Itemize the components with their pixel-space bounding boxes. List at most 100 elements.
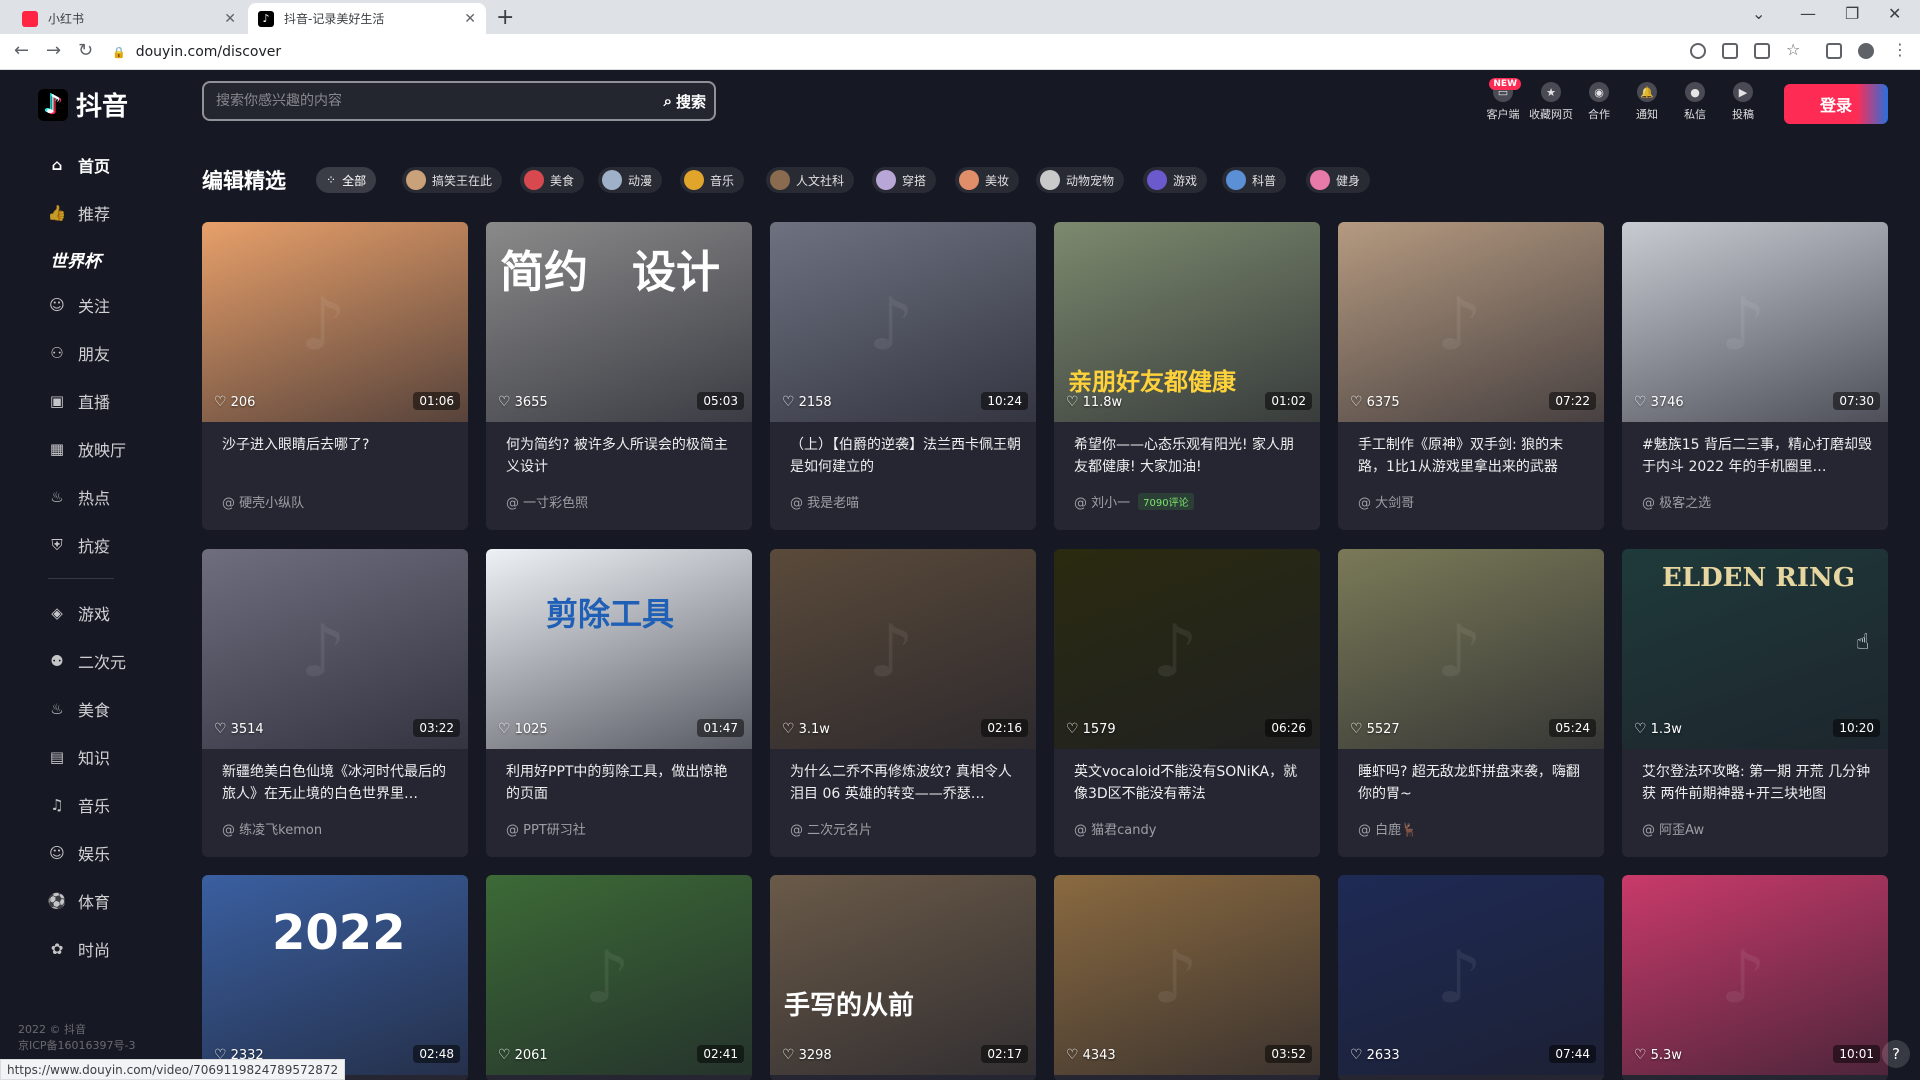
video-title[interactable]: 新疆绝美白色仙境《冰河时代最后的旅人》在无止境的白色世界里… [222, 761, 454, 805]
video-card[interactable]: ♪ ♡ 3746 07:30 #魅族15 背后二三事，精心打磨却毁于内斗 2022 年的… [1622, 222, 1888, 530]
video-title[interactable]: 睡虾吗? 超无敌龙虾拼盘来袭，嗨翻你的胃~ [1358, 761, 1590, 805]
video-author[interactable]: @ 硬壳小纵队 [222, 492, 304, 511]
sidebar-item-6[interactable]: ▦ 放映厅 [48, 436, 126, 462]
url-field[interactable]: 🔒 douyin.com/discover [112, 39, 1672, 65]
search-input[interactable] [216, 83, 636, 119]
sidebar-item-12[interactable]: ▤ 知识 [48, 744, 110, 770]
category-chip-1[interactable]: 搞笑王在此 [402, 167, 503, 193]
sidebar-item-2[interactable]: 世界杯 [50, 246, 101, 272]
share-icon[interactable] [1754, 43, 1770, 59]
category-chip-5[interactable]: 人文社科 [766, 167, 855, 193]
sidebar-item-16[interactable]: ✿ 时尚 [48, 936, 110, 962]
sidebar-item-4[interactable]: ⚇ 朋友 [48, 340, 110, 366]
icp-line[interactable]: 京ICP备16016397号-3 [18, 1038, 136, 1054]
close-tab-icon[interactable]: ✕ [224, 11, 236, 27]
video-title[interactable]: #魅族15 背后二三事，精心打磨却毁于内斗 2022 年的手机圈里… [1642, 434, 1874, 478]
video-author[interactable]: @ 一寸彩色照 [506, 492, 588, 511]
close-tab-icon[interactable]: ✕ [464, 11, 476, 27]
google-icon[interactable] [1690, 43, 1706, 59]
reload-icon[interactable]: ↻ [78, 40, 93, 61]
sidebar-item-0[interactable]: ⌂ 首页 [48, 152, 110, 178]
video-card[interactable]: 亲朋好友都健康 ♡ 11.8w 01:02 希望你——心态乐观有阳光! 家人朋友都健康!… [1054, 222, 1320, 530]
video-card[interactable]: ELDEN RING ♡ 1.3w 10:20 艾尔登法环攻略: 第一期 开荒 几分钟获… [1622, 549, 1888, 857]
video-title[interactable]: 手工制作《原神》双手剑: 狼的末路，1比1从游戏里拿出来的武器 [1358, 434, 1590, 478]
sidebar-item-5[interactable]: ▣ 直播 [48, 388, 110, 414]
video-card[interactable]: ♪ ♡ 3514 03:22 新疆绝美白色仙境《冰河时代最后的旅人》在无止境的白色世界里… [202, 549, 468, 857]
video-card[interactable]: ♪ ♡ 206 01:06 沙子进入眼睛后去哪了? @ 硬壳小纵队 [202, 222, 468, 530]
category-chip-7[interactable]: 美妆 [955, 167, 1020, 193]
close-window-icon[interactable]: ✕ [1888, 4, 1901, 23]
category-chip-9[interactable]: 游戏 [1143, 167, 1208, 193]
category-chip-8[interactable]: 动物宠物 [1036, 167, 1125, 193]
video-title[interactable]: （上）【伯爵的逆袭】法兰西卡佩王朝是如何建立的 [790, 434, 1022, 478]
sidebar-item-8[interactable]: ⛨ 抗疫 [48, 532, 110, 558]
new-tab-button[interactable]: + [496, 5, 514, 30]
sidebar-item-13[interactable]: ♫ 音乐 [48, 792, 110, 818]
sidebar-item-11[interactable]: ♨ 美食 [48, 696, 110, 722]
video-author[interactable]: @ PPT研习社 [506, 819, 586, 838]
category-chip-0[interactable]: ⁘ 全部 [316, 167, 377, 193]
video-title[interactable]: 沙子进入眼睛后去哪了? [222, 434, 454, 478]
side-panel-icon[interactable] [1826, 43, 1842, 59]
video-card[interactable]: ♪ ♡ 2158 10:24 （上）【伯爵的逆袭】法兰西卡佩王朝是如何建立的 @ 我是老喵 [770, 222, 1036, 530]
video-author[interactable]: @ 练凌飞kemon [222, 819, 322, 838]
sidebar-item-14[interactable]: ☺ 娱乐 [48, 840, 110, 866]
video-card[interactable]: ♪ ♡ 5527 05:24 睡虾吗? 超无敌龙虾拼盘来袭，嗨翻你的胃~ @ 白鹿🦌 [1338, 549, 1604, 857]
profile-avatar-icon[interactable] [1858, 43, 1874, 59]
video-author[interactable]: @ 极客之选 [1642, 492, 1711, 511]
header-button-3[interactable]: 🔔 通知 [1624, 82, 1670, 122]
video-title[interactable]: 为什么二乔不再修炼波纹? 真相令人泪目 06 英雄的转变——乔瑟… [790, 761, 1022, 805]
sidebar-item-1[interactable]: 👍 推荐 [48, 200, 110, 226]
sidebar-item-7[interactable]: ♨ 热点 [48, 484, 110, 510]
sidebar-item-10[interactable]: ⚉ 二次元 [48, 648, 126, 674]
video-author[interactable]: @ 我是老喵 [790, 492, 859, 511]
video-card[interactable]: ♪ ♡ 3.1w 02:16 为什么二乔不再修炼波纹? 真相令人泪目 06 英雄的转变—… [770, 549, 1036, 857]
video-card[interactable]: ♪ ♡ 4343 03:52 [1054, 875, 1320, 1080]
sidebar-item-9[interactable]: ◈ 游戏 [48, 600, 110, 626]
category-chip-11[interactable]: 健身 [1306, 167, 1371, 193]
video-author[interactable]: @ 二次元名片 [790, 819, 872, 838]
sidebar-item-15[interactable]: ⚽ 体育 [48, 888, 110, 914]
browser-tab-xiaohongshu[interactable]: 小红书 ✕ [12, 3, 246, 34]
video-author[interactable]: @ 白鹿🦌 [1358, 819, 1417, 838]
back-arrow-icon[interactable]: ← [14, 40, 29, 61]
video-card[interactable]: 2022 ♡ 2332 02:48 [202, 875, 468, 1080]
forward-arrow-icon[interactable]: → [46, 40, 61, 61]
video-title[interactable]: 希望你——心态乐观有阳光! 家人朋友都健康! 大家加油! [1074, 434, 1306, 478]
video-card[interactable]: 简约 设计 ♡ 3655 05:03 何为简约? 被许多人所误会的极简主义设计 @ 一寸彩… [486, 222, 752, 530]
video-title[interactable]: 何为简约? 被许多人所误会的极简主义设计 [506, 434, 738, 478]
login-button[interactable]: 登录 [1784, 84, 1888, 124]
video-title[interactable]: 艾尔登法环攻略: 第一期 开荒 几分钟获 两件前期神器+开三块地图 [1642, 761, 1874, 805]
video-card[interactable]: ♪ ♡ 2633 07:44 [1338, 875, 1604, 1080]
video-title[interactable]: 英文vocaloid不能没有SONiKA，就像3D区不能没有蒂法 [1074, 761, 1306, 805]
video-card[interactable]: ♪ ♡ 2061 02:41 [486, 875, 752, 1080]
tab-search-chevron-icon[interactable]: ⌄ [1752, 4, 1765, 23]
video-author[interactable]: @ 大剑哥 [1358, 492, 1414, 511]
browser-menu-icon[interactable]: ⋮ [1892, 40, 1908, 59]
browser-tab-douyin[interactable]: ♪ 抖音-记录美好生活 ✕ [248, 3, 486, 34]
category-chip-3[interactable]: 动漫 [598, 167, 663, 193]
install-icon[interactable] [1722, 43, 1738, 59]
help-button[interactable]: ? [1882, 1040, 1910, 1068]
video-card[interactable]: ♪ ♡ 5.3w 10:01 [1622, 875, 1888, 1080]
category-chip-2[interactable]: 美食 [520, 167, 585, 193]
search-button[interactable]: ⌕ 搜索 [664, 83, 706, 119]
category-chip-10[interactable]: 科普 [1222, 167, 1287, 193]
video-author[interactable]: @ 阿歪Aw [1642, 819, 1704, 838]
video-card[interactable]: ♪ ♡ 1579 06:26 英文vocaloid不能没有SONiKA，就像3D区不能没… [1054, 549, 1320, 857]
sidebar-item-3[interactable]: ☺ 关注 [48, 292, 110, 318]
bookmark-star-icon[interactable]: ☆ [1786, 40, 1802, 59]
header-button-0[interactable]: ▭ NEW 客户端 [1480, 78, 1526, 122]
header-button-4[interactable]: ● 私信 [1672, 82, 1718, 122]
header-button-5[interactable]: ▶ 投稿 [1720, 82, 1766, 122]
category-chip-6[interactable]: 穿搭 [872, 167, 937, 193]
video-card[interactable]: 手写的从前 ♡ 3298 02:17 [770, 875, 1036, 1080]
header-button-2[interactable]: ◉ 合作 [1576, 82, 1622, 122]
minimize-icon[interactable]: — [1800, 4, 1816, 23]
header-button-1[interactable]: ★ 收藏网页 [1528, 82, 1574, 122]
category-chip-4[interactable]: 音乐 [680, 167, 745, 193]
video-title[interactable]: 利用好PPT中的剪除工具，做出惊艳的页面 [506, 761, 738, 805]
video-author[interactable]: @ 刘小一 7090评论 [1074, 492, 1194, 511]
douyin-logo[interactable]: ♪ 抖音 [38, 86, 128, 123]
restore-icon[interactable]: ❐ [1845, 4, 1859, 23]
